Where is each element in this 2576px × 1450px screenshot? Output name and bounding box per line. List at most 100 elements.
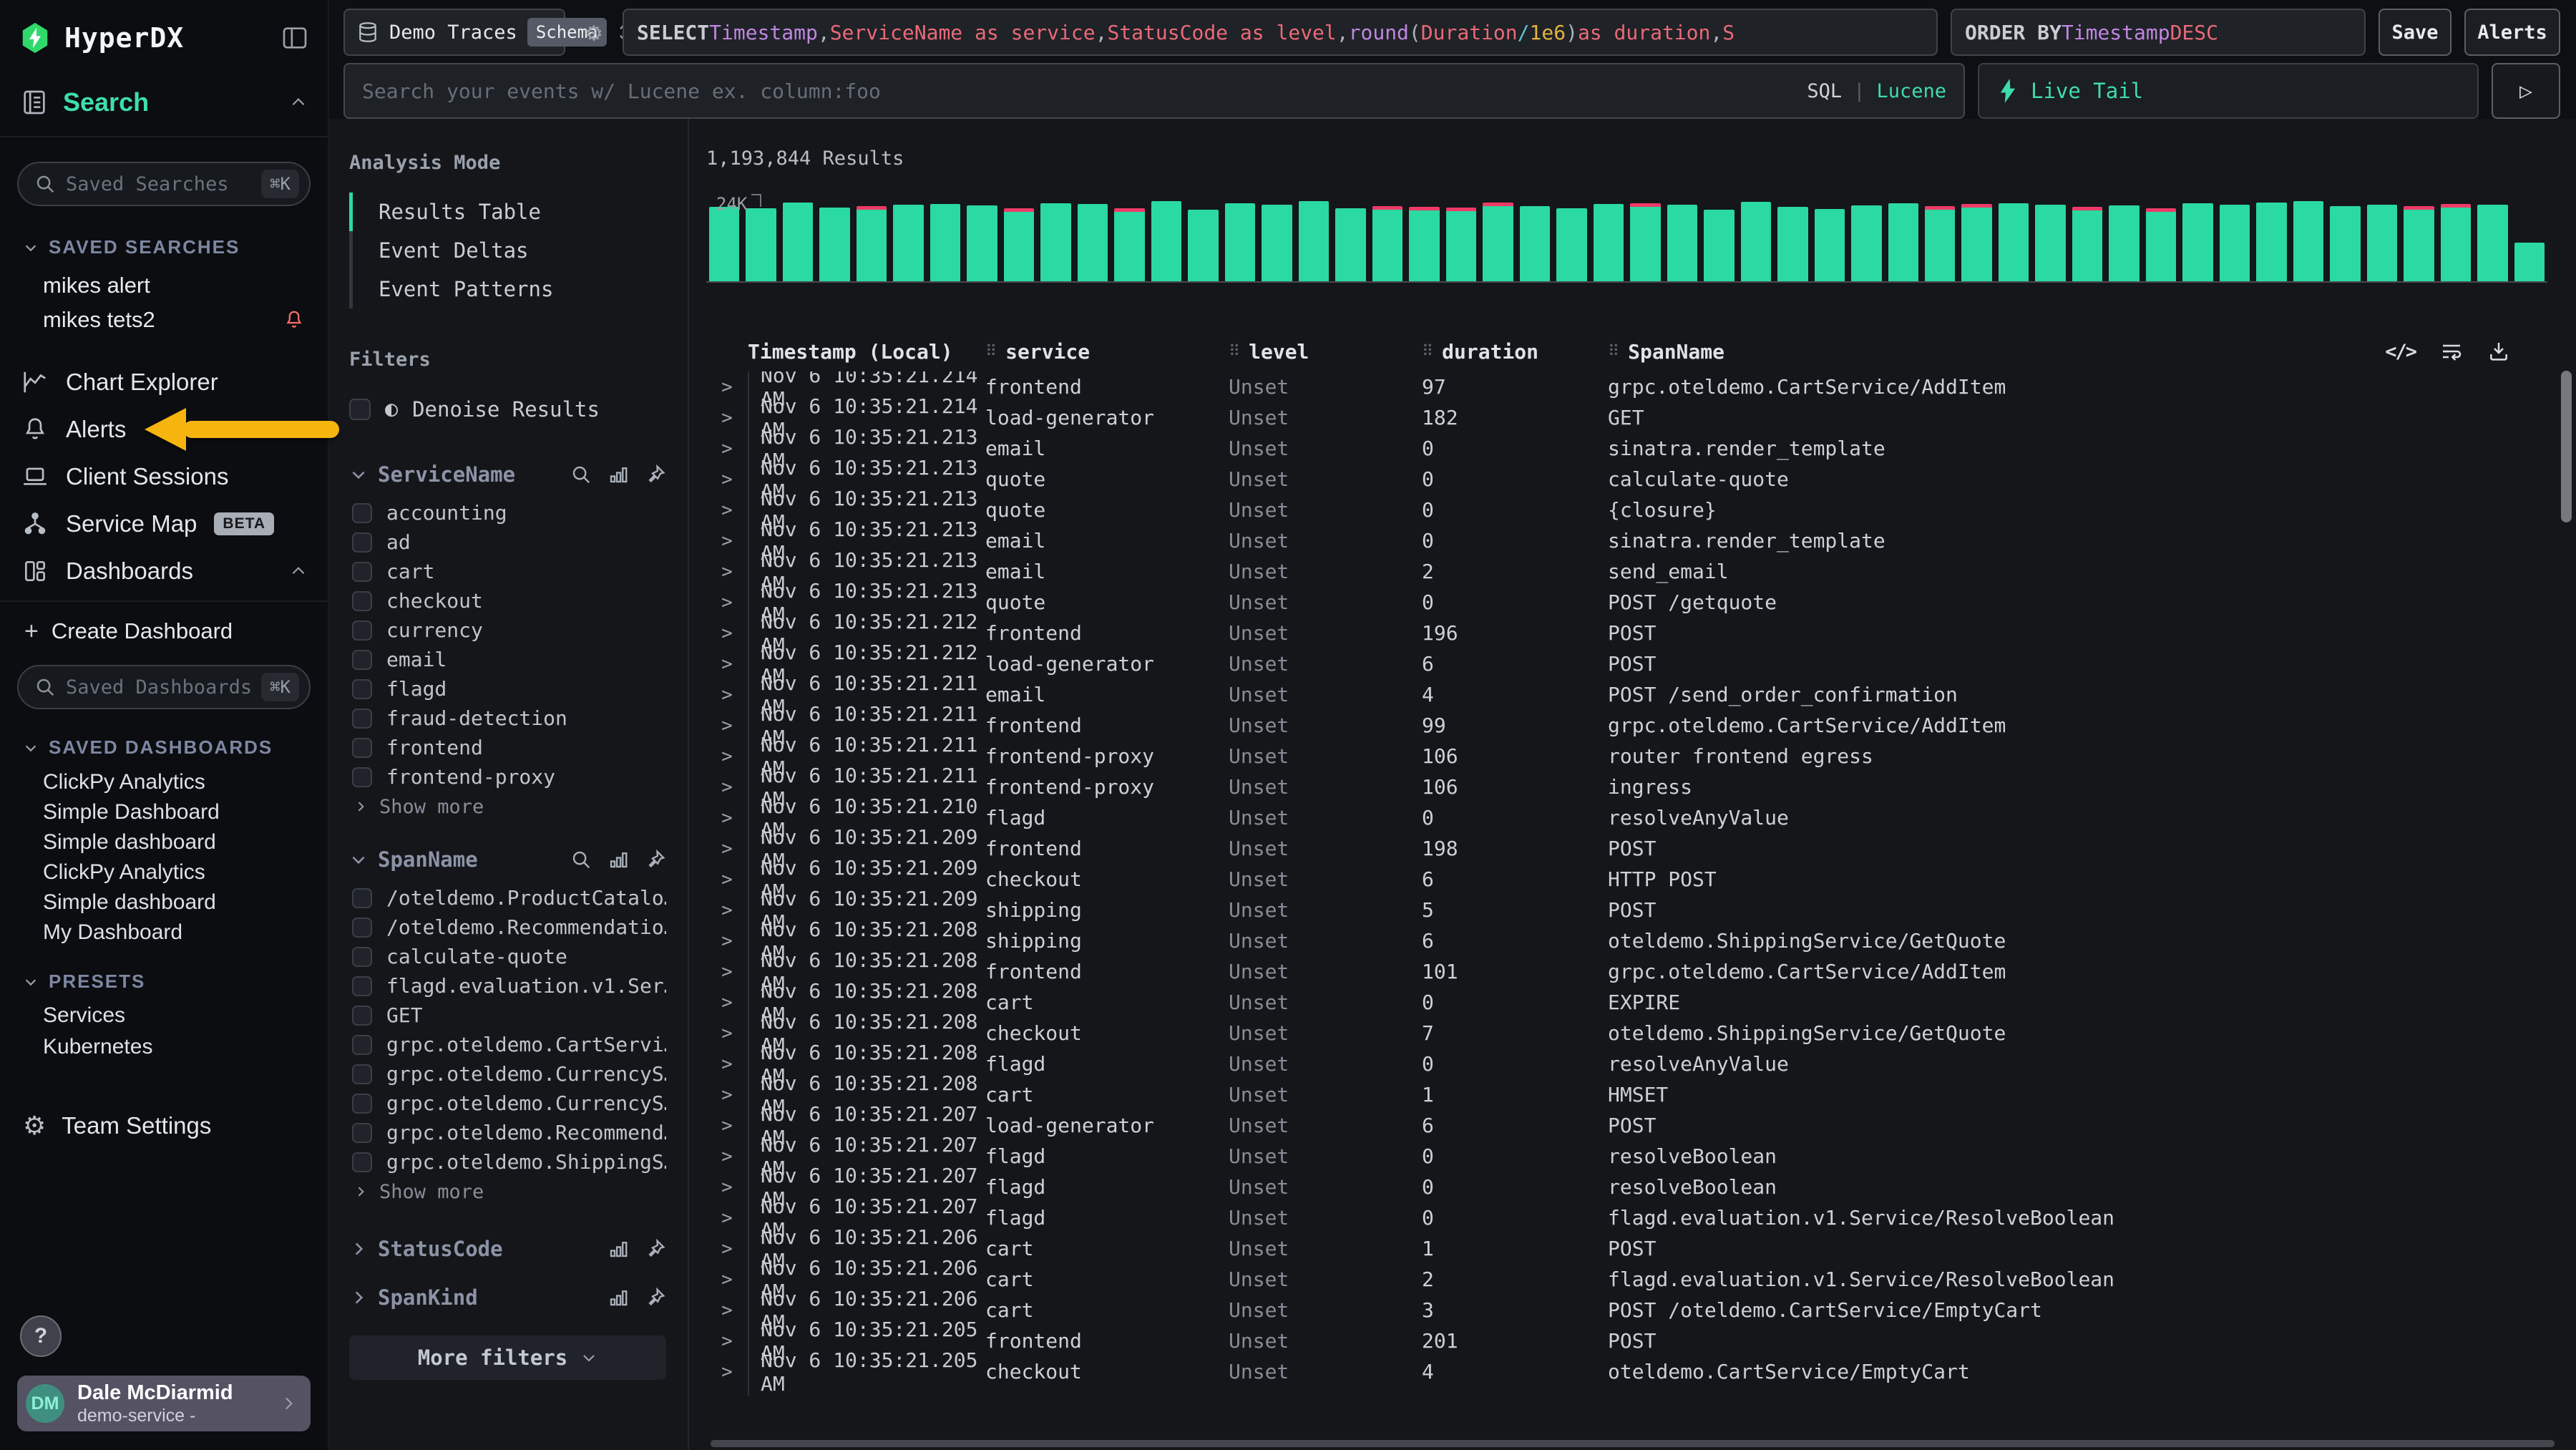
table-row[interactable]: >Nov 6 10:35:21.213 AMemailUnset2send_em…	[706, 556, 2576, 587]
row-expander-icon[interactable]: >	[706, 623, 748, 644]
filter-option[interactable]: grpc.oteldemo.CurrencyS…	[349, 1089, 666, 1118]
table-row[interactable]: >Nov 6 10:35:21.207 AMflagdUnset0resolve…	[706, 1172, 2576, 1202]
row-expander-icon[interactable]: >	[706, 1361, 748, 1383]
save-button[interactable]: Save	[2379, 9, 2451, 56]
histogram-bar[interactable]	[1961, 204, 1991, 281]
drag-handle-icon[interactable]: ⠿	[985, 343, 997, 361]
row-expander-icon[interactable]: >	[706, 561, 748, 583]
sidebar-collapse-icon[interactable]	[280, 24, 309, 52]
more-filters-button[interactable]: More filters	[349, 1335, 666, 1380]
saved-dashboards-search[interactable]: ⌘K	[17, 665, 311, 709]
filter-checkbox[interactable]	[352, 976, 372, 996]
pin-icon[interactable]	[645, 1287, 666, 1308]
row-expander-icon[interactable]: >	[706, 438, 748, 459]
histogram-bar[interactable]	[1225, 203, 1255, 281]
histogram-bar[interactable]	[2441, 204, 2471, 281]
row-expander-icon[interactable]: >	[706, 1330, 748, 1352]
results-histogram[interactable]: 24K	[706, 201, 2547, 283]
filter-option[interactable]: grpc.oteldemo.Recommend…	[349, 1118, 666, 1147]
sidebar-item-client-sessions[interactable]: Client Sessions	[17, 453, 311, 500]
table-row[interactable]: >Nov 6 10:35:21.209 AMcheckoutUnset6HTTP…	[706, 864, 2576, 895]
table-row[interactable]: >Nov 6 10:35:21.213 AMquoteUnset0POST /g…	[706, 587, 2576, 618]
denoise-checkbox[interactable]	[349, 399, 371, 420]
view-source-icon[interactable]: </>	[2385, 341, 2416, 363]
mode-event-patterns[interactable]: Event Patterns	[353, 270, 666, 308]
filter-checkbox[interactable]	[352, 738, 372, 758]
filter-checkbox[interactable]	[352, 947, 372, 967]
histogram-bar[interactable]	[893, 205, 923, 281]
live-tail-button[interactable]: Live Tail	[1978, 63, 2479, 119]
help-button[interactable]: ?	[20, 1315, 62, 1357]
table-row[interactable]: >Nov 6 10:35:21.213 AMemailUnset0sinatra…	[706, 525, 2576, 556]
histogram-bar[interactable]	[819, 208, 849, 281]
bar-chart-icon[interactable]	[608, 1287, 629, 1308]
row-expander-icon[interactable]: >	[706, 407, 748, 429]
column-header-service[interactable]: ⠿service	[985, 340, 1229, 364]
filter-group-spanname[interactable]: SpanName	[349, 843, 666, 876]
saved-dashboard-item[interactable]: Simple dashboard	[17, 887, 311, 918]
search-icon[interactable]	[570, 464, 592, 485]
filter-option[interactable]: calculate-quote	[349, 942, 666, 971]
saved-dashboard-item[interactable]: Simple Dashboard	[17, 797, 311, 827]
denoise-results-toggle[interactable]: ◐ Denoise Results	[349, 392, 666, 427]
row-expander-icon[interactable]: >	[706, 1023, 748, 1044]
pin-icon[interactable]	[645, 464, 666, 485]
filter-option[interactable]: accounting	[349, 498, 666, 527]
row-expander-icon[interactable]: >	[706, 746, 748, 767]
saved-dashboard-item[interactable]: Simple dashboard	[17, 827, 311, 857]
mode-event-deltas[interactable]: Event Deltas	[353, 231, 666, 270]
table-row[interactable]: >Nov 6 10:35:21.209 AMfrontendUnset198PO…	[706, 833, 2576, 864]
filter-checkbox[interactable]	[352, 709, 372, 729]
filter-group-servicename[interactable]: ServiceName	[349, 458, 666, 491]
filter-option[interactable]: frontend-proxy	[349, 762, 666, 792]
table-row[interactable]: >Nov 6 10:35:21.213 AMquoteUnset0calcula…	[706, 464, 2576, 495]
histogram-bar[interactable]	[2109, 205, 2139, 281]
sidebar-item-search[interactable]: Search	[0, 54, 328, 136]
table-row[interactable]: >Nov 6 10:35:21.209 AMshippingUnset5POST	[706, 895, 2576, 925]
bar-chart-icon[interactable]	[608, 849, 629, 870]
row-expander-icon[interactable]: >	[706, 869, 748, 890]
histogram-bar[interactable]	[967, 205, 997, 281]
filter-checkbox[interactable]	[352, 532, 372, 553]
order-by-editor[interactable]: ORDER BY Timestamp DESC	[1951, 9, 2366, 56]
saved-dashboard-item[interactable]: ClickPy Analytics	[17, 767, 311, 797]
histogram-bar[interactable]	[2477, 205, 2507, 281]
bar-chart-icon[interactable]	[608, 1238, 629, 1260]
histogram-bar[interactable]	[746, 208, 776, 281]
table-row[interactable]: >Nov 6 10:35:21.207 AMflagdUnset0resolve…	[706, 1141, 2576, 1172]
chevron-up-icon[interactable]	[289, 562, 308, 580]
pin-icon[interactable]	[645, 1238, 666, 1260]
filter-checkbox[interactable]	[352, 767, 372, 787]
histogram-bar[interactable]	[2035, 205, 2065, 281]
row-expander-icon[interactable]: >	[706, 684, 748, 706]
histogram-bar[interactable]	[2256, 203, 2286, 281]
row-expander-icon[interactable]: >	[706, 592, 748, 613]
filter-option[interactable]: GET	[349, 1001, 666, 1030]
histogram-bar[interactable]	[1446, 208, 1476, 281]
column-header-level[interactable]: ⠿level	[1229, 340, 1422, 364]
pin-icon[interactable]	[645, 849, 666, 870]
histogram-bar[interactable]	[1409, 207, 1439, 281]
filter-checkbox[interactable]	[352, 1123, 372, 1143]
histogram-bar[interactable]	[1299, 201, 1329, 281]
row-expander-icon[interactable]: >	[706, 1084, 748, 1106]
filter-checkbox[interactable]	[352, 1064, 372, 1084]
histogram-bar[interactable]	[1078, 204, 1108, 281]
filter-checkbox[interactable]	[352, 679, 372, 699]
histogram-bar[interactable]	[1888, 203, 1918, 281]
preset-item[interactable]: Services	[17, 1000, 311, 1031]
filter-checkbox[interactable]	[352, 1006, 372, 1026]
table-row[interactable]: >Nov 6 10:35:21.208 AMcheckoutUnset7otel…	[706, 1018, 2576, 1048]
table-row[interactable]: >Nov 6 10:35:21.211 AMfrontend-proxyUnse…	[706, 772, 2576, 802]
vertical-scrollbar[interactable]	[2561, 371, 2572, 522]
histogram-bar[interactable]	[1040, 203, 1070, 281]
filter-option[interactable]: ad	[349, 527, 666, 557]
filter-option[interactable]: checkout	[349, 586, 666, 615]
horizontal-scrollbar[interactable]	[711, 1440, 2555, 1447]
histogram-bar[interactable]	[1777, 207, 1807, 281]
table-row[interactable]: >Nov 6 10:35:21.211 AMemailUnset4POST /s…	[706, 679, 2576, 710]
row-expander-icon[interactable]: >	[706, 992, 748, 1013]
create-dashboard-button[interactable]: + Create Dashboard	[17, 609, 311, 653]
event-search-bar[interactable]: SQL | Lucene	[343, 63, 1965, 119]
histogram-bar[interactable]	[2514, 243, 2545, 281]
